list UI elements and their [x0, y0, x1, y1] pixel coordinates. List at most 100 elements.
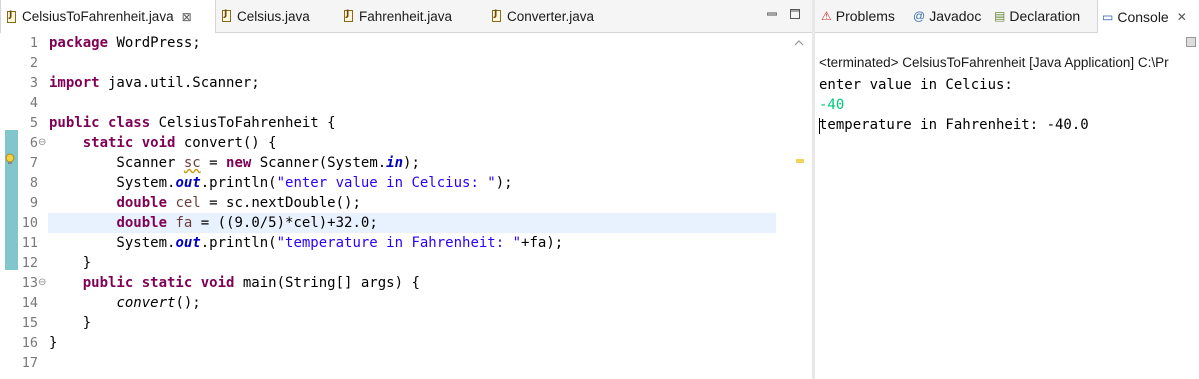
code-line-13: 13 ⊖ public static void main(String[] ar…	[0, 273, 776, 293]
close-icon[interactable]: ✕	[1177, 10, 1187, 24]
tab-celsius[interactable]: Celsius.java	[216, 0, 310, 32]
method-call: convert	[116, 295, 176, 311]
keyword: public class	[49, 115, 151, 131]
code-line-7: 7 Scanner sc = new Scanner(System.in);	[0, 153, 776, 173]
line-number: 3	[29, 75, 38, 91]
code-text: }	[49, 315, 92, 331]
line-number: 10	[21, 215, 38, 231]
keyword: new	[226, 155, 252, 171]
code-token: );	[403, 155, 420, 171]
line-number: 5	[29, 115, 38, 131]
keyword: public static void	[82, 275, 235, 291]
code-token: );	[495, 175, 513, 191]
tab-label: Converter.java	[507, 8, 595, 24]
code-token: System.	[49, 175, 176, 191]
close-icon[interactable]: ⊠	[182, 10, 192, 24]
java-file-icon	[492, 9, 501, 22]
code-text: System.out.println("temperature in Fahre…	[49, 233, 563, 253]
string-literal: "temperature in Fahrenheit: "	[276, 235, 522, 251]
tab-converter[interactable]: Converter.java	[486, 0, 594, 32]
tab-problems[interactable]: ⚠ Problems	[817, 0, 895, 32]
line-number: 13	[21, 275, 38, 291]
code-line-14: 14 convert();	[0, 293, 776, 313]
overview-warning-marker[interactable]	[796, 159, 804, 163]
code-text: double cel = sc.nextDouble();	[49, 193, 361, 213]
line-number: 6	[29, 135, 38, 151]
editor-tab-bar: CelsiusToFahrenheit.java ⊠ Celsius.java …	[0, 0, 812, 33]
code-token: =	[200, 155, 227, 171]
code-token: main(String[] args) {	[234, 275, 420, 291]
at-icon: @	[913, 9, 926, 23]
code-text: }	[49, 255, 92, 271]
code-token: CelsiusToFahrenheit {	[150, 115, 336, 131]
code-text: public class CelsiusToFahrenheit {	[49, 113, 336, 133]
static-field: out	[175, 175, 201, 191]
code-token: convert() {	[175, 135, 277, 151]
code-token: +fa);	[521, 235, 564, 251]
editor-pane: CelsiusToFahrenheit.java ⊠ Celsius.java …	[0, 0, 812, 379]
scroll-up-icon[interactable]	[794, 39, 804, 46]
line-number: 2	[29, 55, 38, 71]
code-text: Scanner sc = new Scanner(System.in);	[49, 153, 420, 173]
code-token: Scanner	[49, 155, 184, 171]
code-line-11: 11 System.out.println("temperature in Fa…	[0, 233, 776, 253]
console-clear-icon[interactable]	[1186, 37, 1196, 47]
line-number: 1	[29, 35, 38, 51]
code-token: java.util.Scanner;	[99, 75, 260, 91]
code-line-2: 2	[0, 53, 776, 73]
line-number: 9	[29, 195, 38, 211]
line-number: 12	[21, 255, 38, 271]
code-token: .println(	[200, 235, 277, 251]
line-number: 8	[29, 175, 38, 191]
code-line-4: 4	[0, 93, 776, 113]
code-token: = ((9.0/5)*cel)+32.0;	[192, 215, 378, 231]
java-file-icon	[7, 10, 16, 23]
code-line-9: 9 double cel = sc.nextDouble();	[0, 193, 776, 213]
variable: fa	[175, 215, 193, 231]
code-line-12: 12 }	[0, 253, 776, 273]
tab-declaration[interactable]: ▤ Declaration	[990, 0, 1080, 32]
maximize-icon[interactable]	[789, 8, 801, 20]
code-text: package WordPress;	[49, 33, 201, 53]
line-number: 16	[21, 335, 38, 351]
line-number: 17	[21, 355, 38, 371]
static-field: out	[175, 235, 201, 251]
code-text: import java.util.Scanner;	[49, 73, 260, 93]
code-text: convert();	[49, 293, 200, 313]
code-token: WordPress;	[108, 35, 201, 51]
console-status-header: <terminated> CelsiusToFahrenheit [Java A…	[819, 55, 1169, 70]
code-text: static void convert() {	[49, 133, 277, 153]
line-number: 4	[29, 95, 38, 111]
line-number: 11	[21, 235, 38, 251]
line-number: 15	[21, 315, 38, 331]
code-line-17: 17	[0, 353, 776, 373]
variable: cel	[175, 195, 201, 211]
tab-label: Javadoc	[929, 8, 982, 24]
minimize-icon[interactable]	[766, 8, 778, 20]
fold-toggle-icon[interactable]: ⊖	[38, 273, 46, 293]
code-text: public static void main(String[] args) {	[49, 273, 420, 293]
code-token: System.	[49, 235, 176, 251]
code-text: }	[49, 335, 58, 351]
code-line-6: 6 ⊖ static void convert() {	[0, 133, 776, 153]
tab-celsius-to-fahrenheit[interactable]: CelsiusToFahrenheit.java ⊠	[0, 0, 216, 33]
static-field: in	[386, 155, 404, 171]
fold-toggle-icon[interactable]: ⊖	[38, 133, 46, 153]
keyword: package	[49, 35, 109, 51]
tab-fahrenheit[interactable]: Fahrenheit.java	[338, 0, 452, 32]
code-token: .println(	[200, 175, 277, 191]
code-token: = sc.nextDouble();	[200, 195, 361, 211]
code-line-8: 8 System.out.println("enter value in Cel…	[0, 173, 776, 193]
keyword: double	[116, 215, 168, 231]
tab-label: Fahrenheit.java	[359, 8, 453, 24]
tab-label: Problems	[835, 8, 895, 24]
tab-javadoc[interactable]: @ Javadoc	[909, 0, 981, 32]
code-line-10: 10 double fa = ((9.0/5)*cel)+32.0;	[0, 213, 776, 233]
tab-label: Console	[1117, 8, 1169, 25]
code-token: Scanner(System.	[251, 155, 387, 171]
tab-console[interactable]: ▭ Console ✕	[1097, 0, 1199, 33]
code-area[interactable]: 1 package WordPress; 2 3 import java.uti…	[0, 33, 812, 379]
